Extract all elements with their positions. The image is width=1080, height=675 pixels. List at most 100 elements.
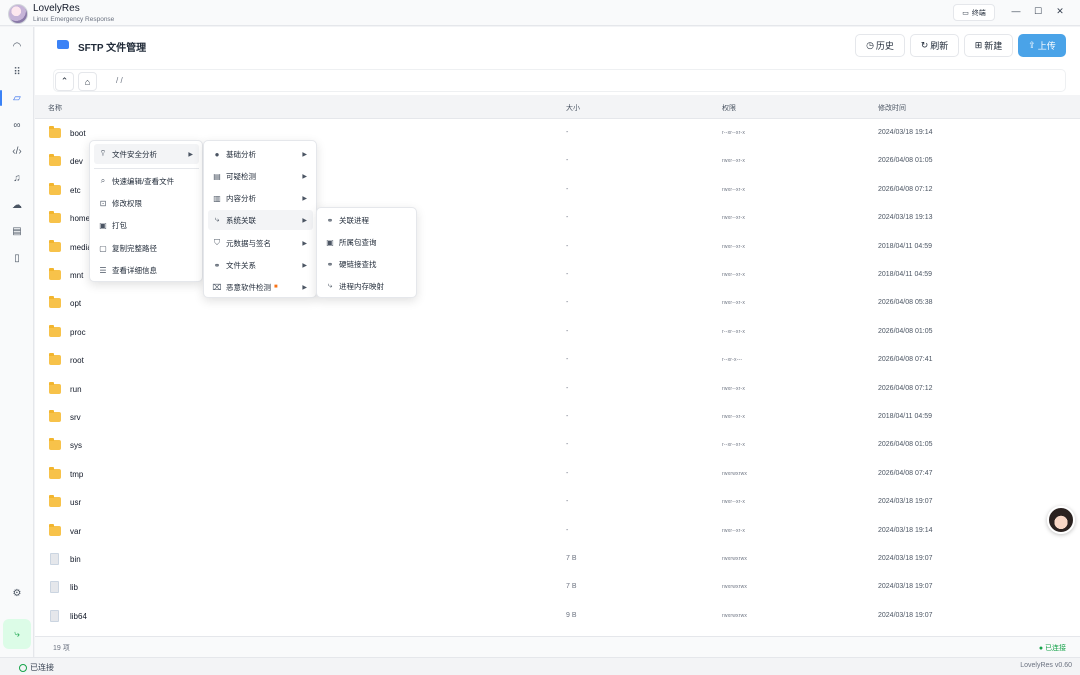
file-size: - <box>566 242 569 250</box>
folder-icon <box>49 523 61 536</box>
table-row[interactable]: proc - r--xr--xr-x 2026/04/08 01:05 <box>35 318 1080 346</box>
terminal-button[interactable]: ▭ 终端 <box>953 4 995 21</box>
table-row[interactable]: run - rwxr--xr-x 2026/04/08 07:12 <box>35 375 1080 403</box>
table-row[interactable]: usr - rwxr--xr-x 2024/03/18 19:07 <box>35 488 1080 516</box>
file-size: 7 B <box>566 583 577 591</box>
file-name: lib64 <box>70 611 87 621</box>
menu-item-pack[interactable]: ▣ 打包 <box>94 215 199 235</box>
col-size[interactable]: 大小 <box>566 103 580 113</box>
col-name[interactable]: 名称 <box>48 103 62 113</box>
maximize-button[interactable]: ☐ <box>1031 6 1045 17</box>
upload-icon: ⇪ <box>1028 40 1036 50</box>
menu-label: 元数据与签名 <box>226 238 271 248</box>
table-row[interactable]: root - r--xr-x--- 2026/04/08 07:41 <box>35 346 1080 374</box>
table-row[interactable]: bin 7 B rwxrwxrwx 2024/03/18 19:07 <box>35 545 1080 573</box>
history-button[interactable]: ◷ 历史 <box>855 34 905 57</box>
menu-item-related-processes[interactable]: ⚭ 关联进程 <box>321 210 413 230</box>
history-icon: ◷ <box>866 40 874 50</box>
dashboard-gauge-icon[interactable]: ◠ <box>4 35 30 57</box>
connection-icon[interactable]: ⤷ <box>3 619 31 649</box>
menu-item-metadata-signature[interactable]: ⛉ 元数据与签名 ▶ <box>208 233 313 253</box>
upload-button[interactable]: ⇪ 上传 <box>1018 34 1066 57</box>
table-row[interactable]: var - rwxr--xr-x 2024/03/18 19:14 <box>35 517 1080 545</box>
menu-item-file-security-analysis[interactable]: ⍢ 文件安全分析 ▶ <box>94 144 199 164</box>
file-name: tmp <box>70 469 84 479</box>
up-directory-button[interactable]: ⌃ <box>55 72 74 91</box>
file-modified-time: 2018/04/11 04:59 <box>878 271 932 278</box>
menu-label: 进程内存映射 <box>339 281 384 291</box>
col-permissions[interactable]: 权限 <box>722 103 736 113</box>
shield-icon: ⛉ <box>214 238 220 247</box>
folder-icon <box>49 211 61 224</box>
menu-item-content-analysis[interactable]: ▥ 内容分析 ▶ <box>208 188 313 208</box>
file-name: opt <box>70 299 82 309</box>
table-row[interactable]: lib 7 B rwxrwxrwx 2024/03/18 19:07 <box>35 573 1080 601</box>
file-permissions: rwxr--xr-x <box>722 186 746 193</box>
menu-item-suspicious-detection[interactable]: ▤ 可疑检测 ▶ <box>208 166 313 186</box>
file-size: 9 B <box>566 611 577 619</box>
file-modified-time: 2024/03/18 19:07 <box>878 498 933 506</box>
file-modified-time: 2024/03/18 19:14 <box>878 526 933 534</box>
menu-item-basic-analysis[interactable]: ● 基础分析 ▶ <box>208 144 313 164</box>
menu-item-change-permissions[interactable]: ⊡ 修改权限 <box>94 193 199 213</box>
menu-item-hardlink-search[interactable]: ⚭ 硬链接查找 <box>321 254 413 274</box>
menu-item-system-association[interactable]: ⤷ 系统关联 ▶ <box>208 210 313 230</box>
file-name: lib <box>70 583 79 593</box>
page-title: SFTP 文件管理 <box>78 43 147 54</box>
table-row[interactable]: srv - rwxr--xr-x 2018/04/11 04:59 <box>35 403 1080 431</box>
table-row[interactable]: tmp - rwxrwxrwx 2026/04/08 07:47 <box>35 460 1080 488</box>
menu-label: 查看详细信息 <box>112 265 157 275</box>
document-icon[interactable]: ▯ <box>4 247 30 269</box>
file-modified-time: 2026/04/08 01:05 <box>878 327 933 335</box>
menu-item-process-memory-map[interactable]: ⤷ 进程内存映射 <box>321 276 413 296</box>
refresh-button[interactable]: ↻ 刷新 <box>910 34 959 57</box>
lock-icon: ⊡ <box>99 198 107 208</box>
menu-item-details[interactable]: ☰ 查看详细信息 <box>94 260 199 280</box>
folder-icon[interactable]: ▱ <box>0 87 30 109</box>
menu-item-malware-detection[interactable]: ⌧ 恶意软件检测 ■ ▶ <box>208 277 313 297</box>
file-modified-time: 2026/04/08 01:05 <box>878 157 933 165</box>
menu-item-quick-edit[interactable]: ⌕ 快速编辑/查看文件 <box>94 171 199 191</box>
file-permissions: rwxr--xr-x <box>722 158 746 165</box>
version-label: LovelyRes v0.60 <box>1020 662 1072 669</box>
code-icon[interactable]: ‹/› <box>4 140 30 162</box>
menu-item-copy-path[interactable]: ▢ 复制完整路径 <box>94 238 199 258</box>
menu-item-package-query[interactable]: ▣ 所属包查询 <box>321 232 413 252</box>
new-button[interactable]: ⊞ 新建 <box>964 34 1013 57</box>
table-row[interactable]: opt - rwxr--xr-x 2026/04/08 05:38 <box>35 289 1080 317</box>
minimize-button[interactable]: — <box>1009 6 1023 16</box>
settings-gear-icon[interactable]: ⚙ <box>4 582 30 604</box>
file-size: - <box>566 214 569 222</box>
col-modified[interactable]: 修改时间 <box>878 103 906 113</box>
file-icon <box>50 553 59 565</box>
menu-label: 快速编辑/查看文件 <box>112 176 175 186</box>
file-icon <box>50 609 59 622</box>
file-permissions: rwxrwxrwx <box>722 470 748 477</box>
file-permissions: rwxr--xr-x <box>722 300 746 307</box>
network-icon[interactable]: ∞ <box>4 114 30 136</box>
table-row[interactable]: sys - r--xr--xr-x 2026/04/08 01:05 <box>35 431 1080 459</box>
close-button[interactable]: ✕ <box>1053 6 1067 17</box>
menu-item-file-relations[interactable]: ⚭ 文件关系 ▶ <box>208 255 313 275</box>
file-permissions: rwxrwxrwx <box>722 556 748 562</box>
file-size: - <box>566 157 569 165</box>
file-modified-time: 2024/03/18 19:07 <box>878 555 933 562</box>
database-icon[interactable]: ▤ <box>4 220 30 242</box>
bell-icon[interactable]: ♫ <box>4 167 30 189</box>
file-name: etc <box>70 185 81 195</box>
folder-icon <box>49 126 61 138</box>
file-permissions: rwxr--xr-x <box>722 385 746 392</box>
file-modified-time: 2018/04/11 04:59 <box>878 242 932 250</box>
apps-grid-icon[interactable]: ⠿ <box>4 61 30 83</box>
cloud-icon[interactable]: ☁ <box>4 194 30 216</box>
file-size: - <box>566 526 569 534</box>
table-row[interactable]: lib64 9 B rwxrwxrwx 2024/03/18 19:07 <box>35 602 1080 630</box>
chevron-right-icon: ▶ <box>302 217 307 224</box>
file-size: - <box>566 356 569 364</box>
file-size: - <box>566 498 569 506</box>
file-permissions: r--xr-x--- <box>722 357 743 364</box>
assistant-avatar[interactable] <box>1047 506 1075 534</box>
current-path[interactable]: / / <box>116 76 123 85</box>
file-permissions: r--xr--xr-x <box>722 130 746 136</box>
home-button[interactable]: ⌂ <box>78 72 97 91</box>
